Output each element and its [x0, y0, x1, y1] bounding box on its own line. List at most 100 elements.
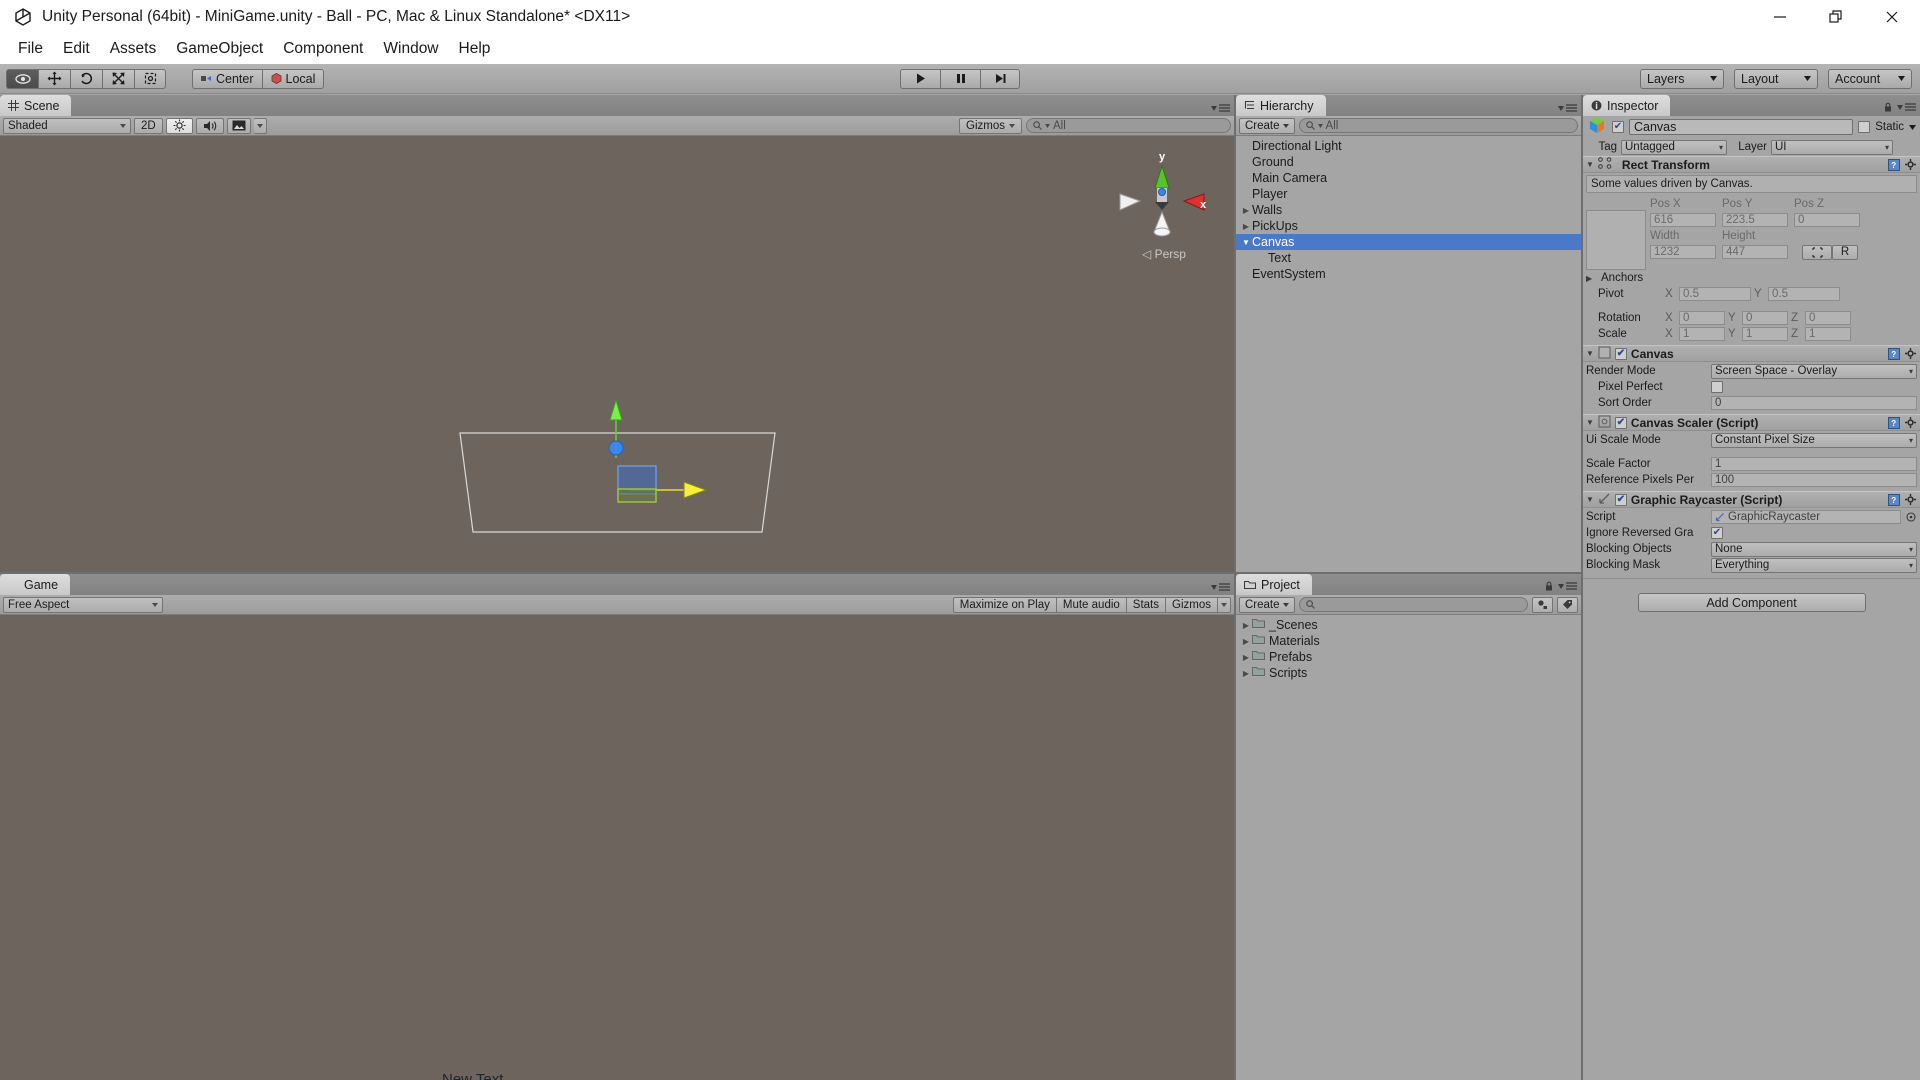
- hierarchy-item-main-camera[interactable]: Main Camera: [1236, 170, 1581, 186]
- project-folder-scenes[interactable]: ▶ _Scenes: [1236, 617, 1581, 633]
- pivot-rotation-button[interactable]: Local: [262, 69, 325, 89]
- scene-effects-toggle[interactable]: [227, 118, 251, 134]
- canvas-scaler-enabled-checkbox[interactable]: ✔: [1615, 417, 1627, 429]
- inspector-panel-menu-icon[interactable]: [1883, 102, 1916, 112]
- blocking-objects-dropdown[interactable]: None ▾: [1711, 542, 1917, 557]
- layer-dropdown[interactable]: UI ▾: [1771, 140, 1893, 155]
- menu-edit[interactable]: Edit: [53, 38, 100, 60]
- component-header-canvas-scaler[interactable]: ▼ ✔ Canvas Scaler (Script) ?: [1583, 414, 1920, 431]
- layout-dropdown[interactable]: Layout: [1734, 69, 1818, 89]
- shading-mode-dropdown[interactable]: Shaded: [3, 118, 131, 134]
- hierarchy-create-button[interactable]: Create: [1239, 118, 1295, 134]
- move-tool-button[interactable]: [38, 69, 70, 89]
- foldout-arrow-collapsed-icon[interactable]: ▶: [1586, 274, 1598, 283]
- reference-pixels-input[interactable]: 100: [1711, 473, 1917, 487]
- project-filter-label-button[interactable]: [1557, 597, 1578, 613]
- mute-audio-button[interactable]: Mute audio: [1056, 597, 1126, 613]
- menu-window[interactable]: Window: [373, 38, 448, 60]
- static-checkbox[interactable]: [1858, 121, 1870, 133]
- rect-tool-button[interactable]: [134, 69, 166, 89]
- scale-factor-input[interactable]: 1: [1711, 457, 1917, 471]
- foldout-arrow-icon[interactable]: ▼: [1586, 160, 1594, 169]
- scene-gizmos-dropdown[interactable]: Gizmos: [959, 118, 1022, 134]
- tab-hierarchy[interactable]: Hierarchy: [1236, 95, 1326, 116]
- project-search-input[interactable]: [1299, 597, 1528, 612]
- expand-arrow-collapsed-icon[interactable]: ▶: [1240, 653, 1252, 662]
- pivot-x-input[interactable]: 0.5: [1679, 287, 1751, 301]
- menu-file[interactable]: File: [8, 38, 53, 60]
- scale-x-input[interactable]: 1: [1679, 327, 1725, 341]
- scene-lighting-toggle[interactable]: [166, 118, 193, 134]
- project-folder-materials[interactable]: ▶ Materials: [1236, 633, 1581, 649]
- game-viewport[interactable]: New Text: [0, 615, 1234, 1080]
- anchors-foldout[interactable]: ▶ Anchors: [1586, 270, 1917, 286]
- scene-audio-toggle[interactable]: [196, 118, 224, 134]
- scene-effects-dropdown[interactable]: [254, 118, 267, 134]
- splitter-scene-game[interactable]: [0, 572, 1234, 574]
- tag-dropdown[interactable]: Untagged ▾: [1621, 140, 1727, 155]
- help-icon[interactable]: ?: [1887, 347, 1900, 360]
- project-filter-type-button[interactable]: [1532, 597, 1553, 613]
- 2d-toggle-button[interactable]: 2D: [134, 118, 163, 134]
- tab-game[interactable]: Game: [0, 574, 70, 595]
- hierarchy-panel-menu-icon[interactable]: [1558, 104, 1577, 112]
- static-dropdown-icon[interactable]: [1909, 125, 1916, 130]
- rotation-x-input[interactable]: 0: [1679, 311, 1725, 325]
- component-header-rect-transform[interactable]: ▼ Rect Transform ?: [1583, 156, 1920, 173]
- splitter-hierarchy-project[interactable]: [1236, 572, 1581, 574]
- ignore-reversed-checkbox[interactable]: ✔: [1711, 527, 1723, 539]
- gameobject-name-input[interactable]: Canvas: [1629, 119, 1853, 135]
- hierarchy-item-directional-light[interactable]: Directional Light: [1236, 138, 1581, 154]
- hand-tool-button[interactable]: [6, 69, 38, 89]
- object-picker-icon[interactable]: [1904, 511, 1917, 524]
- height-input[interactable]: 447: [1722, 245, 1788, 259]
- pixel-perfect-checkbox[interactable]: [1711, 381, 1723, 393]
- gameobject-enabled-checkbox[interactable]: ✔: [1612, 121, 1624, 133]
- expand-arrow-collapsed-icon[interactable]: ▶: [1240, 222, 1252, 231]
- add-component-button[interactable]: Add Component: [1638, 593, 1866, 612]
- scene-search-input[interactable]: All: [1026, 118, 1231, 133]
- pivot-mode-button[interactable]: Center: [192, 69, 262, 89]
- hierarchy-item-text[interactable]: Text: [1236, 250, 1581, 266]
- tab-project[interactable]: Project: [1236, 574, 1312, 595]
- play-button[interactable]: [900, 69, 940, 89]
- menu-help[interactable]: Help: [449, 38, 501, 60]
- splitter-scene-hierarchy[interactable]: [1234, 95, 1236, 1080]
- foldout-arrow-icon[interactable]: ▼: [1586, 495, 1594, 504]
- script-object-field[interactable]: GraphicRaycaster: [1711, 510, 1901, 524]
- game-gizmos-button[interactable]: Gizmos: [1165, 597, 1217, 613]
- close-icon[interactable]: [1864, 0, 1920, 34]
- game-gizmos-dropdown[interactable]: [1217, 597, 1231, 613]
- tab-scene[interactable]: Scene: [0, 95, 71, 116]
- sort-order-input[interactable]: 0: [1711, 396, 1917, 410]
- gear-icon[interactable]: [1904, 493, 1917, 506]
- pos-x-input[interactable]: 616: [1650, 213, 1716, 227]
- maximize-on-play-button[interactable]: Maximize on Play: [953, 597, 1056, 613]
- hierarchy-item-eventsystem[interactable]: EventSystem: [1236, 266, 1581, 282]
- game-panel-menu-icon[interactable]: [1211, 583, 1230, 591]
- blocking-mask-dropdown[interactable]: Everything ▾: [1711, 558, 1917, 573]
- help-icon[interactable]: ?: [1887, 493, 1900, 506]
- hierarchy-item-player[interactable]: Player: [1236, 186, 1581, 202]
- minimize-icon[interactable]: [1752, 0, 1808, 34]
- canvas-enabled-checkbox[interactable]: ✔: [1615, 348, 1627, 360]
- anchor-preset-preview[interactable]: [1586, 210, 1646, 270]
- scale-z-input[interactable]: 1: [1805, 327, 1851, 341]
- stats-button[interactable]: Stats: [1126, 597, 1165, 613]
- layers-dropdown[interactable]: Layers: [1640, 69, 1724, 89]
- restore-icon[interactable]: [1808, 0, 1864, 34]
- foldout-arrow-icon[interactable]: ▼: [1586, 418, 1594, 427]
- account-dropdown[interactable]: Account: [1828, 69, 1912, 89]
- foldout-arrow-icon[interactable]: ▼: [1586, 349, 1594, 358]
- rotation-z-input[interactable]: 0: [1805, 311, 1851, 325]
- project-panel-menu-icon[interactable]: [1544, 581, 1577, 591]
- expand-arrow-expanded-icon[interactable]: ▼: [1240, 238, 1252, 247]
- pause-button[interactable]: [940, 69, 980, 89]
- component-header-graphic-raycaster[interactable]: ▼ ✔ Graphic Raycaster (Script) ?: [1583, 491, 1920, 508]
- project-folder-scripts[interactable]: ▶ Scripts: [1236, 665, 1581, 681]
- expand-arrow-collapsed-icon[interactable]: ▶: [1240, 206, 1252, 215]
- component-header-canvas[interactable]: ▼ ✔ Canvas ?: [1583, 345, 1920, 362]
- scene-orientation-gizmo[interactable]: y x ◁ Persp: [1112, 146, 1212, 266]
- menu-assets[interactable]: Assets: [100, 38, 167, 60]
- hierarchy-item-pickups[interactable]: ▶ PickUps: [1236, 218, 1581, 234]
